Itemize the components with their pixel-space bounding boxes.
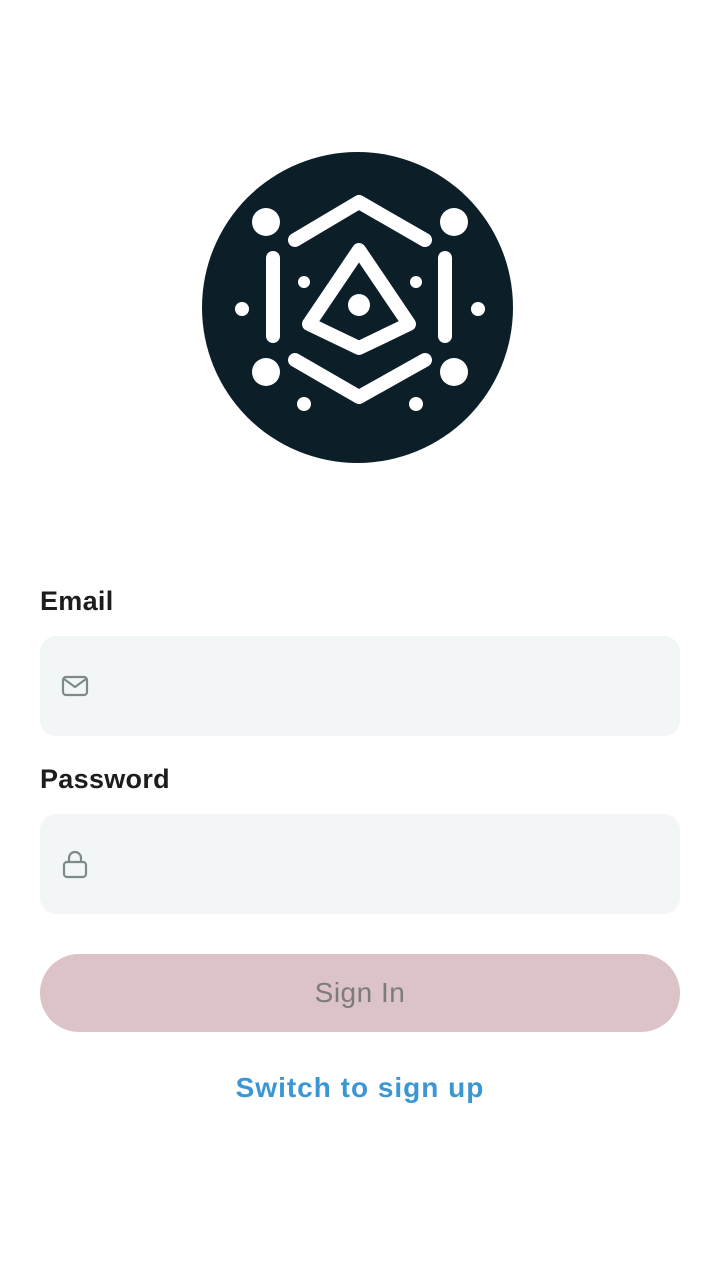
sign-in-button[interactable]: Sign In [40, 954, 680, 1032]
password-field[interactable] [40, 814, 680, 914]
mail-icon [60, 671, 90, 701]
switch-to-sign-up-label: Switch to sign up [235, 1072, 485, 1103]
password-label: Password [40, 764, 170, 794]
email-input[interactable] [112, 636, 660, 736]
login-form: Email Password Sign In Switch to sign up [40, 580, 680, 1104]
hexagon-eye-logo-icon [202, 152, 513, 463]
switch-to-sign-up-link[interactable]: Switch to sign up [40, 1072, 680, 1104]
password-input[interactable] [112, 814, 660, 914]
email-label: Email [40, 586, 114, 616]
login-screen: Email Password Sign In Switch to sign up [0, 0, 720, 1280]
lock-icon [60, 849, 90, 879]
app-logo [202, 152, 513, 463]
email-field[interactable] [40, 636, 680, 736]
